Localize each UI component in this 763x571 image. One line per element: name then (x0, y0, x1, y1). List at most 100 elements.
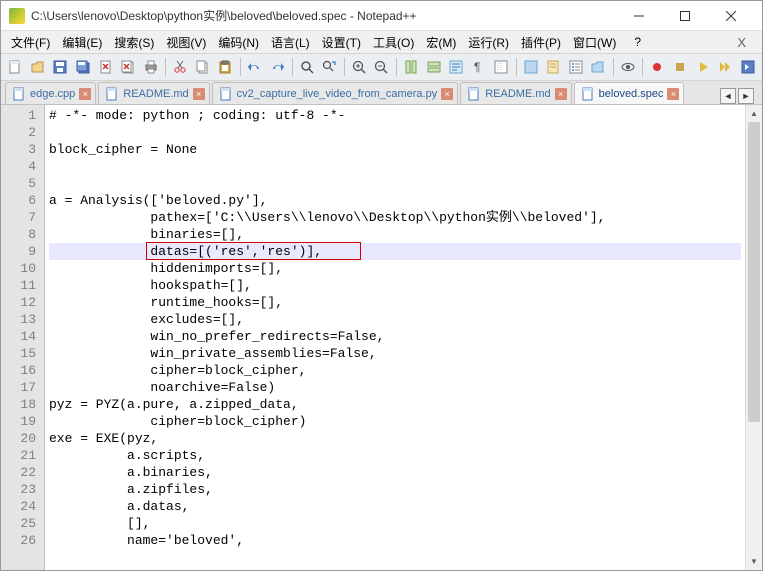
tab-nav-left[interactable]: ◄ (720, 88, 736, 104)
menu-settings[interactable]: 设置(T) (316, 32, 367, 53)
tab-close-icon[interactable]: × (555, 88, 567, 100)
code-line[interactable]: a = Analysis(['beloved.py'], (49, 192, 741, 209)
code-line[interactable]: cipher=block_cipher, (49, 362, 741, 379)
maximize-icon (680, 11, 690, 21)
code-line[interactable]: win_private_assemblies=False, (49, 345, 741, 362)
code-line[interactable]: cipher=block_cipher) (49, 413, 741, 430)
code-line[interactable]: a.datas, (49, 498, 741, 515)
play-macro-button[interactable] (692, 56, 713, 78)
code-line[interactable]: hookspath=[], (49, 277, 741, 294)
paste-button[interactable] (215, 56, 236, 78)
window-title: C:\Users\lenovo\Desktop\python实例\beloved… (31, 7, 616, 24)
doc-map-button[interactable] (543, 56, 564, 78)
code-line[interactable]: pathex=['C:\\Users\\lenovo\\Desktop\\pyt… (49, 209, 741, 226)
scroll-thumb[interactable] (748, 122, 760, 422)
menu-macro[interactable]: 宏(M) (420, 32, 462, 53)
menu-help[interactable]: ? (628, 33, 647, 51)
zoom-out-button[interactable] (371, 56, 392, 78)
menu-encoding[interactable]: 编码(N) (212, 32, 265, 53)
save-macro-button[interactable] (737, 56, 758, 78)
sync-h-button[interactable] (423, 56, 444, 78)
sync-v-icon (403, 59, 419, 75)
code-line[interactable]: name='beloved', (49, 532, 741, 549)
redo-button[interactable] (267, 56, 288, 78)
code-line[interactable]: excludes=[], (49, 311, 741, 328)
tab-nav-right[interactable]: ► (738, 88, 754, 104)
print-button[interactable] (140, 56, 161, 78)
sync-v-button[interactable] (401, 56, 422, 78)
code-line[interactable]: pyz = PYZ(a.pure, a.zipped_data, (49, 396, 741, 413)
lang-panel-button[interactable] (520, 56, 541, 78)
line-number: 5 (3, 175, 36, 192)
stop-macro-button[interactable] (670, 56, 691, 78)
maximize-button[interactable] (662, 2, 708, 30)
tab-readme-md[interactable]: README.md× (98, 82, 209, 104)
code-line[interactable] (49, 158, 741, 175)
record-macro-button[interactable] (647, 56, 668, 78)
code-line[interactable]: hiddenimports=[], (49, 260, 741, 277)
menu-view[interactable]: 视图(V) (160, 32, 212, 53)
code-line[interactable]: # -*- mode: python ; coding: utf-8 -*- (49, 107, 741, 124)
close-all-button[interactable] (118, 56, 139, 78)
code-line[interactable]: win_no_prefer_redirects=False, (49, 328, 741, 345)
tab-close-icon[interactable]: × (667, 88, 679, 100)
tab-close-icon[interactable]: × (79, 88, 91, 100)
menu-language[interactable]: 语言(L) (265, 32, 316, 53)
cut-button[interactable] (170, 56, 191, 78)
copy-button[interactable] (192, 56, 213, 78)
tab-close-icon[interactable]: × (441, 88, 453, 100)
code-line[interactable]: a.scripts, (49, 447, 741, 464)
menu-window[interactable]: 窗口(W) (567, 32, 622, 53)
menu-close-doc[interactable]: X (725, 35, 758, 50)
find-button[interactable] (297, 56, 318, 78)
show-chars-button[interactable]: ¶ (468, 56, 489, 78)
code-line[interactable]: a.binaries, (49, 464, 741, 481)
wrap-button[interactable] (446, 56, 467, 78)
menu-file[interactable]: 文件(F) (5, 32, 56, 53)
undo-button[interactable] (245, 56, 266, 78)
menu-tools[interactable]: 工具(O) (367, 32, 420, 53)
minimize-button[interactable] (616, 2, 662, 30)
tab-close-icon[interactable]: × (193, 88, 205, 100)
code-line[interactable] (49, 175, 741, 192)
save-button[interactable] (50, 56, 71, 78)
menu-edit[interactable]: 编辑(E) (56, 32, 108, 53)
folder-panel-button[interactable] (588, 56, 609, 78)
vertical-scrollbar[interactable]: ▲ ▼ (745, 105, 762, 570)
scroll-track[interactable] (746, 122, 762, 553)
tabbar: edge.cpp×README.md×cv2_capture_live_vide… (1, 81, 762, 105)
code-line[interactable]: runtime_hooks=[], (49, 294, 741, 311)
code-view[interactable]: # -*- mode: python ; coding: utf-8 -*- bl… (45, 105, 745, 570)
close-file-button[interactable] (95, 56, 116, 78)
code-line[interactable]: a.zipfiles, (49, 481, 741, 498)
menu-plugins[interactable]: 插件(P) (515, 32, 567, 53)
menu-run[interactable]: 运行(R) (462, 32, 515, 53)
code-line[interactable]: binaries=[], (49, 226, 741, 243)
tab-cv2-capture-live-video-from-camera-py[interactable]: cv2_capture_live_video_from_camera.py× (212, 82, 459, 104)
tab-beloved-spec[interactable]: beloved.spec× (574, 82, 685, 104)
play-multi-button[interactable] (715, 56, 736, 78)
scroll-up-button[interactable]: ▲ (746, 105, 762, 122)
code-line[interactable]: block_cipher = None (49, 141, 741, 158)
close-button[interactable] (708, 2, 754, 30)
code-line[interactable]: noarchive=False) (49, 379, 741, 396)
func-list-button[interactable] (566, 56, 587, 78)
zoom-in-button[interactable] (349, 56, 370, 78)
code-line[interactable]: datas=[('res','res')], (49, 243, 741, 260)
code-line[interactable]: exe = EXE(pyz, (49, 430, 741, 447)
code-line[interactable] (49, 124, 741, 141)
tab-edge-cpp[interactable]: edge.cpp× (5, 82, 96, 104)
menu-search[interactable]: 搜索(S) (108, 32, 160, 53)
indent-guide-button[interactable] (491, 56, 512, 78)
monitor-button[interactable] (618, 56, 639, 78)
copy-icon (195, 59, 211, 75)
save-all-button[interactable] (73, 56, 94, 78)
open-file-button[interactable] (28, 56, 49, 78)
replace-button[interactable] (319, 56, 340, 78)
window-controls (616, 2, 754, 30)
tab-readme-md[interactable]: README.md× (460, 82, 571, 104)
code-line[interactable]: [], (49, 515, 741, 532)
file-icon (581, 87, 595, 101)
scroll-down-button[interactable]: ▼ (746, 553, 762, 570)
new-file-button[interactable] (5, 56, 26, 78)
